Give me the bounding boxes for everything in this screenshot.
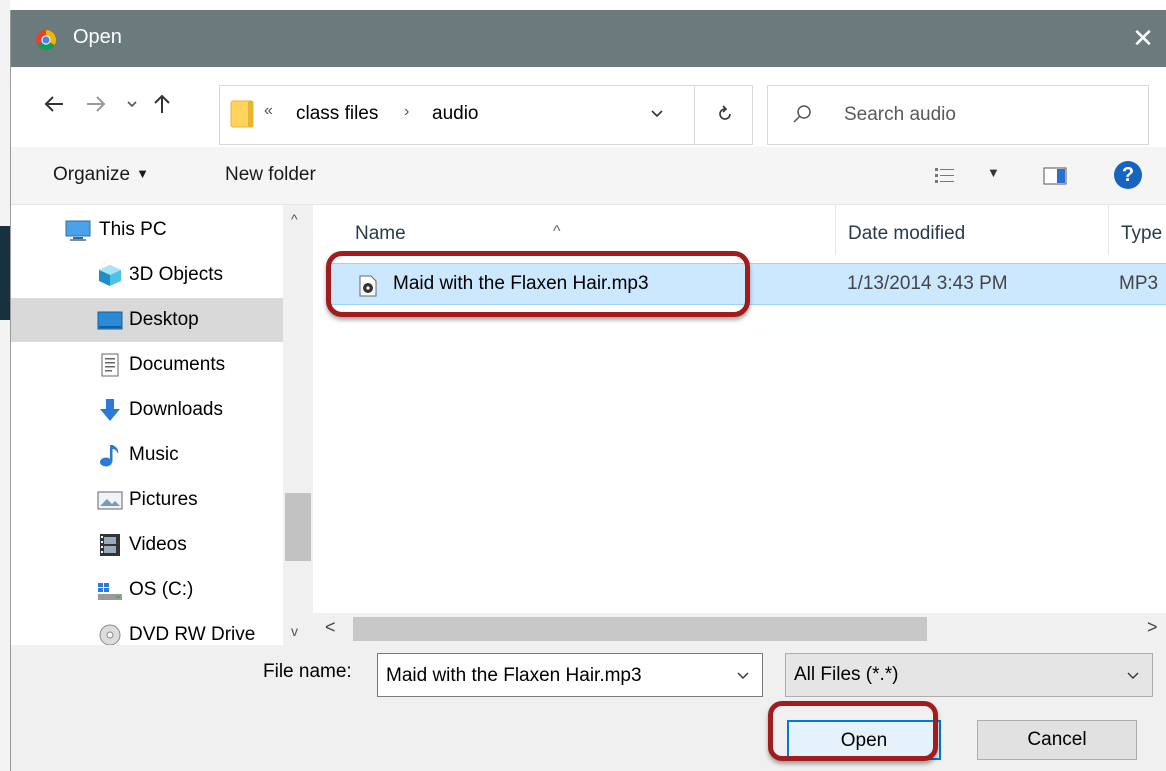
film-icon <box>100 534 120 556</box>
scroll-up-icon[interactable]: ^ <box>291 211 298 227</box>
documents-icon <box>101 353 119 377</box>
nav-label-videos: Videos <box>129 534 187 555</box>
download-arrow-icon <box>100 399 120 421</box>
breadcrumb-separator-icon[interactable]: › <box>404 103 409 121</box>
forward-arrow-icon[interactable] <box>81 93 111 123</box>
nav-item-this-pc[interactable]: This PC <box>11 208 283 252</box>
background-page-block <box>0 226 10 320</box>
file-date-cell: 1/13/2014 3:43 PM <box>847 273 1008 294</box>
nav-label-os-c: OS (C:) <box>129 579 194 600</box>
navigation-pane: This PC 3D Objects Desktop Documents Dow… <box>11 205 313 645</box>
command-toolbar: Organize ▼ New folder ▼ ? <box>11 147 1166 205</box>
pc-icon <box>65 220 91 241</box>
nav-item-music[interactable]: Music <box>11 433 283 477</box>
refresh-button[interactable] <box>694 86 754 144</box>
cube-icon <box>99 265 121 286</box>
recent-locations-chevron-icon[interactable] <box>117 93 147 123</box>
search-box[interactable] <box>767 85 1149 145</box>
nav-item-dvd-rw-drive[interactable]: DVD RW Drive <box>11 613 283 645</box>
search-input[interactable] <box>844 98 1134 132</box>
highlight-ring-file <box>326 251 750 317</box>
horizontal-scrollbar-thumb[interactable] <box>353 617 927 641</box>
bottom-panel: File name: All Files (*.*) Open Cancel <box>11 645 1166 771</box>
organize-dropdown-icon: ▼ <box>136 166 149 181</box>
background-page-strip <box>0 0 10 771</box>
file-name-label: File name: <box>263 661 352 682</box>
nav-item-pictures[interactable]: Pictures <box>11 478 283 522</box>
scroll-down-icon[interactable]: v <box>291 623 298 639</box>
address-dropdown-icon[interactable] <box>650 106 664 120</box>
nav-item-os-c[interactable]: OS (C:) <box>11 568 283 612</box>
close-icon[interactable]: ✕ <box>1125 20 1161 56</box>
breadcrumb-audio[interactable]: audio <box>432 103 479 125</box>
column-header-type[interactable]: Type <box>1109 205 1166 255</box>
music-note-icon <box>100 445 119 467</box>
highlight-ring-open-button <box>768 701 938 761</box>
new-folder-button[interactable]: New folder <box>225 164 316 186</box>
file-type-select[interactable]: All Files (*.*) <box>785 653 1153 697</box>
view-dropdown-icon[interactable]: ▼ <box>987 165 1000 180</box>
nav-scrollbar-thumb[interactable] <box>285 493 311 561</box>
back-arrow-icon[interactable] <box>39 93 69 123</box>
file-name-input[interactable] <box>386 662 716 690</box>
nav-label-music: Music <box>129 444 179 465</box>
column-header-date-modified[interactable]: Date modified <box>836 205 1108 255</box>
nav-item-videos[interactable]: Videos <box>11 523 283 567</box>
window-title: Open <box>73 26 122 48</box>
scroll-right-icon[interactable]: > <box>1147 617 1158 638</box>
address-bar[interactable]: « class files › audio <box>219 85 753 145</box>
nav-item-documents[interactable]: Documents <box>11 343 283 387</box>
refresh-icon <box>719 105 731 120</box>
search-icon <box>793 105 811 123</box>
column-date-label: Date modified <box>848 223 966 244</box>
nav-item-downloads[interactable]: Downloads <box>11 388 283 432</box>
nav-item-3d-objects[interactable]: 3D Objects <box>11 253 283 297</box>
chrome-icon <box>36 30 56 50</box>
breadcrumb-overflow-icon[interactable]: « <box>264 102 273 120</box>
column-header-name[interactable]: Name ^ <box>313 205 835 255</box>
nav-label-3d-objects: 3D Objects <box>129 264 223 285</box>
drive-icon <box>98 583 122 600</box>
file-type-cell: MP3 <box>1119 273 1159 294</box>
file-name-dropdown-icon[interactable] <box>736 668 750 682</box>
nav-label-desktop: Desktop <box>129 309 199 330</box>
nav-label-downloads: Downloads <box>129 399 223 420</box>
breadcrumb-class-files[interactable]: class files <box>296 103 378 125</box>
pictures-icon <box>97 491 123 510</box>
up-arrow-icon[interactable] <box>147 93 177 123</box>
file-name-combobox[interactable] <box>377 653 763 697</box>
cancel-button[interactable]: Cancel <box>977 720 1137 760</box>
disc-icon <box>99 624 121 645</box>
nav-label-dvd-rw-drive: DVD RW Drive <box>129 624 256 645</box>
horizontal-scrollbar[interactable]: < > <box>313 613 1166 645</box>
open-file-dialog: Open ✕ « class files › audio Search audi… <box>10 10 1166 771</box>
help-icon[interactable]: ? <box>1114 161 1142 189</box>
column-type-label: Type <box>1121 223 1163 244</box>
view-details-icon[interactable] <box>935 167 955 185</box>
file-type-dropdown-icon[interactable] <box>1126 668 1140 682</box>
nav-label-pictures: Pictures <box>129 489 198 510</box>
nav-label-this-pc: This PC <box>99 219 167 240</box>
organize-button[interactable]: Organize ▼ <box>53 164 149 186</box>
file-type-value: All Files (*.*) <box>794 664 899 685</box>
scroll-left-icon[interactable]: < <box>325 617 336 638</box>
folder-icon <box>230 100 254 128</box>
sort-ascending-icon: ^ <box>553 223 561 240</box>
nav-label-documents: Documents <box>129 354 226 375</box>
nav-item-desktop[interactable]: Desktop <box>11 298 283 342</box>
preview-pane-icon[interactable] <box>1043 167 1067 185</box>
organize-label: Organize <box>53 164 131 185</box>
title-bar: Open ✕ <box>11 10 1166 67</box>
desktop-icon <box>97 311 123 330</box>
address-row: « class files › audio <box>11 67 1166 147</box>
nav-scrollbar[interactable]: ^ v <box>283 205 313 645</box>
column-name-label: Name <box>355 223 406 244</box>
